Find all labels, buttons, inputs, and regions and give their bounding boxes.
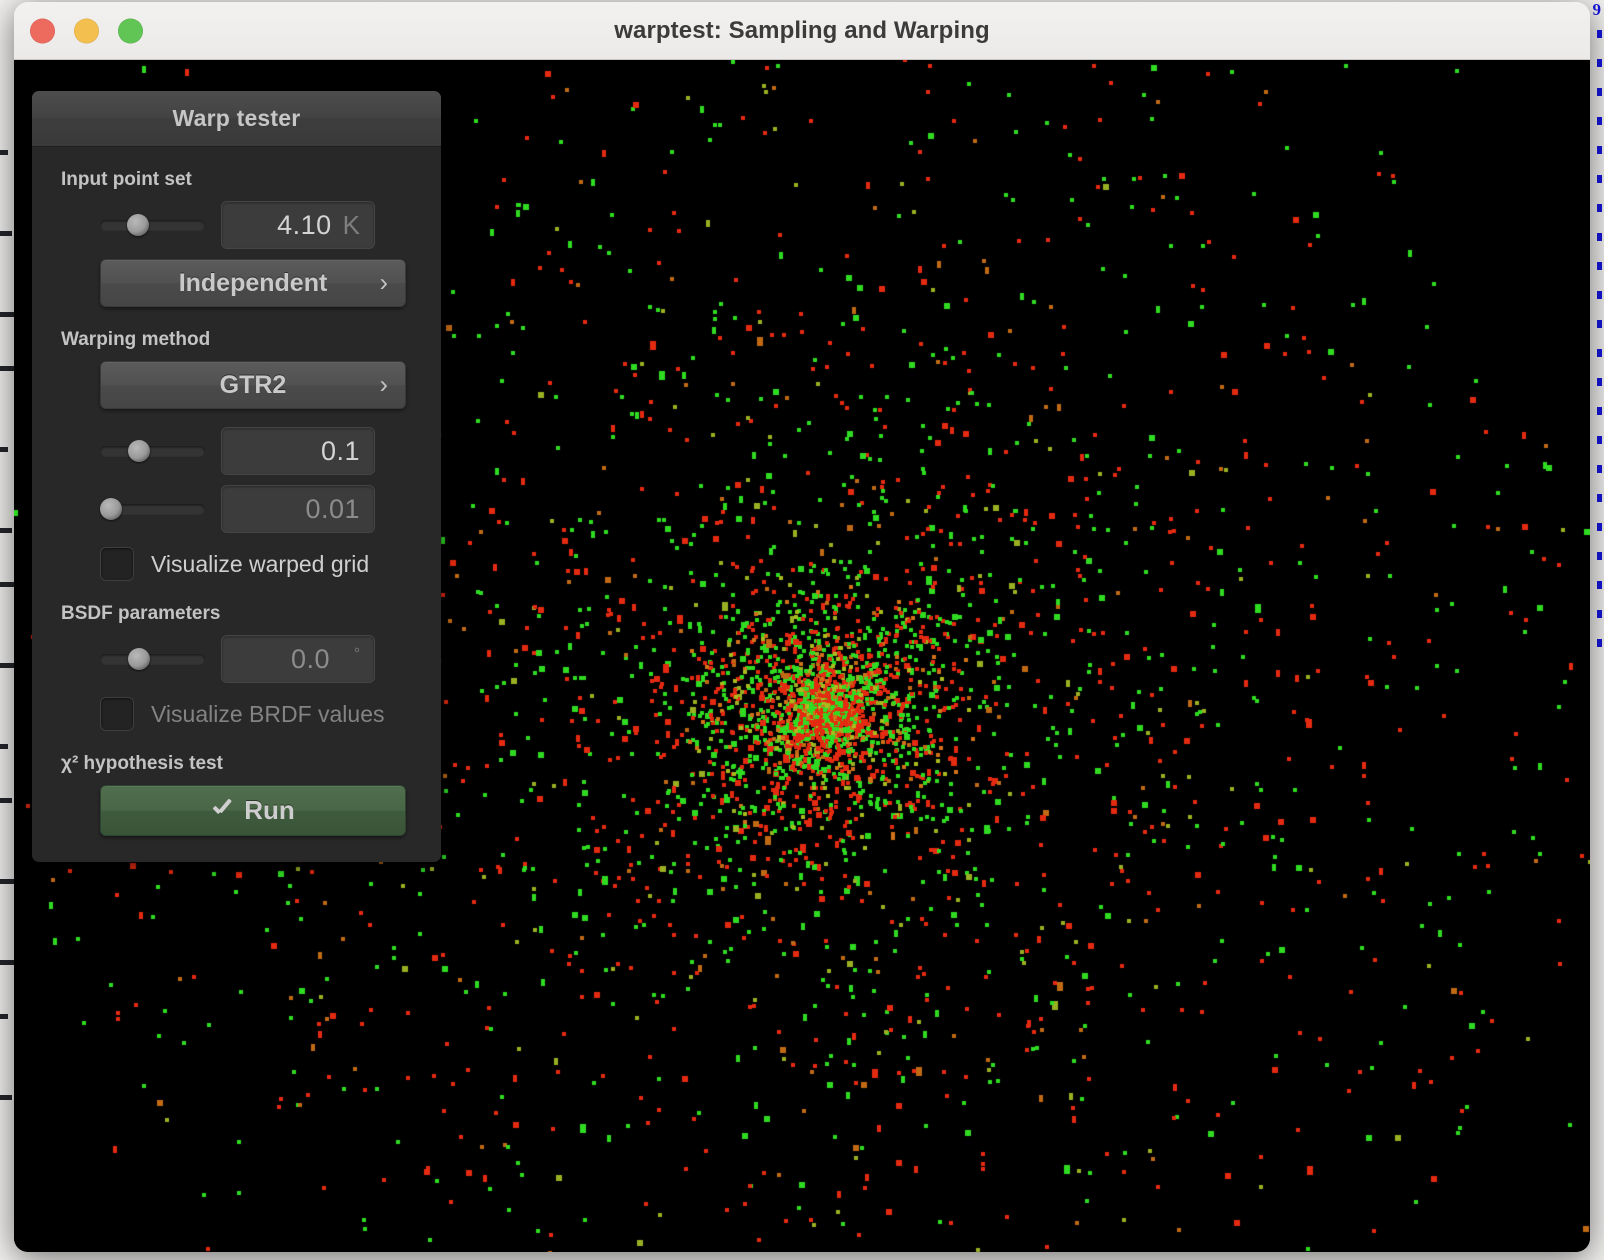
warp-param1-slider[interactable] (100, 440, 205, 462)
app-window: warptest: Sampling and Warping Warp test… (14, 2, 1590, 1252)
slider-knob[interactable] (128, 440, 151, 462)
sample-count-value: 4.10 (277, 209, 332, 240)
warping-method-dropdown[interactable]: GTR2 › (100, 361, 406, 409)
visualize-brdf-values-label: Visualize BRDF values (151, 700, 385, 727)
warp-canvas[interactable]: Warp tester Input point set 4.10 K Indep (14, 60, 1590, 1252)
chevron-right-icon: › (379, 268, 388, 297)
bsdf-angle-field[interactable]: 0.0 ° (221, 635, 375, 683)
visualize-brdf-values-row[interactable]: Visualize BRDF values (32, 697, 441, 731)
warping-method-dropdown-label: GTR2 (219, 370, 287, 399)
minimize-button-icon[interactable] (74, 18, 99, 43)
warp-param1-field[interactable]: 0.1 (221, 427, 375, 475)
panel-title: Warp tester (172, 105, 301, 131)
slider-knob[interactable] (127, 214, 150, 236)
chevron-right-icon: › (379, 370, 388, 399)
window-titlebar[interactable]: warptest: Sampling and Warping (14, 2, 1590, 60)
warp-param2-field[interactable]: 0.01 (221, 485, 375, 533)
section-label-bsdf-parameters: BSDF parameters (61, 603, 221, 624)
background-document-dots (1592, 30, 1602, 670)
sample-count-row: 4.10 K (32, 201, 441, 249)
maximize-button-icon[interactable] (118, 18, 143, 43)
slider-track (100, 219, 205, 231)
close-button-icon[interactable] (30, 18, 55, 43)
slider-track (100, 445, 205, 457)
warp-param2-row: 0.01 (32, 485, 441, 533)
screen: L A M A X : 9 warptest: Sampling and War… (0, 0, 1604, 1260)
check-icon (211, 800, 233, 822)
section-label-input-point-set: Input point set (61, 169, 192, 190)
visualize-warped-grid-label: Visualize warped grid (151, 550, 370, 577)
slider-knob[interactable] (128, 648, 151, 670)
bsdf-angle-row: 0.0 ° (32, 635, 441, 683)
bsdf-angle-slider[interactable] (100, 648, 205, 670)
section-label-warping-method: Warping method (61, 329, 211, 350)
traffic-light-group (30, 18, 143, 43)
warp-param1-value: 0.1 (320, 435, 360, 466)
visualize-warped-grid-checkbox[interactable] (100, 547, 134, 581)
slider-knob[interactable] (100, 498, 122, 520)
degree-unit-icon: ° (354, 645, 360, 662)
warp-param2-value: 0.01 (305, 493, 360, 524)
sampler-dropdown[interactable]: Independent › (100, 259, 406, 307)
warp-tester-panel: Warp tester Input point set 4.10 K Indep (32, 91, 441, 862)
sample-count-field[interactable]: 4.10 K (221, 201, 375, 249)
sample-count-slider[interactable] (100, 214, 205, 236)
bsdf-angle-value: 0.0 (290, 643, 330, 674)
run-button[interactable]: Run (100, 785, 406, 836)
warp-param1-row: 0.1 (32, 427, 441, 475)
window-title: warptest: Sampling and Warping (614, 16, 990, 44)
panel-header[interactable]: Warp tester (32, 91, 441, 147)
slider-track (100, 653, 205, 665)
sample-count-unit: K (342, 209, 360, 240)
sampler-dropdown-label: Independent (178, 268, 328, 297)
run-button-label: Run (244, 795, 295, 825)
section-label-chi2-test: χ² hypothesis test (61, 753, 223, 774)
visualize-brdf-values-checkbox[interactable] (100, 697, 134, 731)
warp-param2-slider[interactable] (100, 498, 205, 520)
visualize-warped-grid-row[interactable]: Visualize warped grid (32, 547, 441, 581)
